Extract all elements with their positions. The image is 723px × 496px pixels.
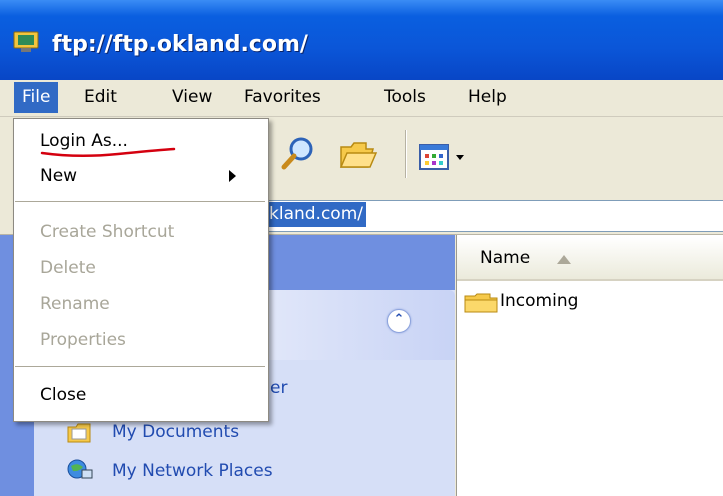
menu-help[interactable]: Help (460, 82, 515, 113)
my-documents-icon (67, 423, 91, 443)
menu-separator (15, 366, 265, 367)
folders-icon[interactable] (338, 138, 378, 172)
task-link-my-network-places[interactable]: My Network Places (112, 458, 273, 484)
toolbar-separator (405, 130, 406, 178)
window-title: ftp://ftp.okland.com/ (52, 32, 308, 57)
task-link-partial[interactable]: er (270, 378, 287, 398)
ftp-folder-icon (13, 31, 39, 52)
menu-separator (15, 201, 265, 202)
menu-item-close[interactable]: Close (40, 381, 86, 409)
menu-item-properties[interactable]: Properties (40, 326, 126, 354)
views-icon[interactable] (418, 142, 470, 172)
menu-tools[interactable]: Tools (376, 82, 434, 113)
submenu-arrow-icon (229, 170, 236, 182)
menu-item-create-shortcut[interactable]: Create Shortcut (40, 218, 174, 246)
menu-item-rename[interactable]: Rename (40, 290, 110, 318)
menu-item-new[interactable]: New (40, 162, 77, 190)
folder-icon (464, 293, 498, 313)
sort-ascending-icon (557, 255, 571, 264)
menu-item-delete[interactable]: Delete (40, 254, 96, 282)
column-name-label[interactable]: Name (480, 248, 530, 268)
collapse-chevron-icon[interactable]: ⌃ (387, 309, 411, 333)
address-text[interactable]: kland.com/ (266, 202, 366, 227)
menu-favorites[interactable]: Favorites (236, 82, 329, 113)
my-network-places-icon (67, 459, 93, 479)
file-name: Incoming (500, 291, 579, 311)
search-icon[interactable] (279, 134, 319, 174)
menu-edit[interactable]: Edit (76, 82, 125, 113)
menu-file[interactable]: File (14, 82, 59, 113)
menu-view[interactable]: View (164, 82, 220, 113)
task-link-my-documents[interactable]: My Documents (112, 419, 239, 445)
red-underline-annotation (40, 147, 176, 158)
